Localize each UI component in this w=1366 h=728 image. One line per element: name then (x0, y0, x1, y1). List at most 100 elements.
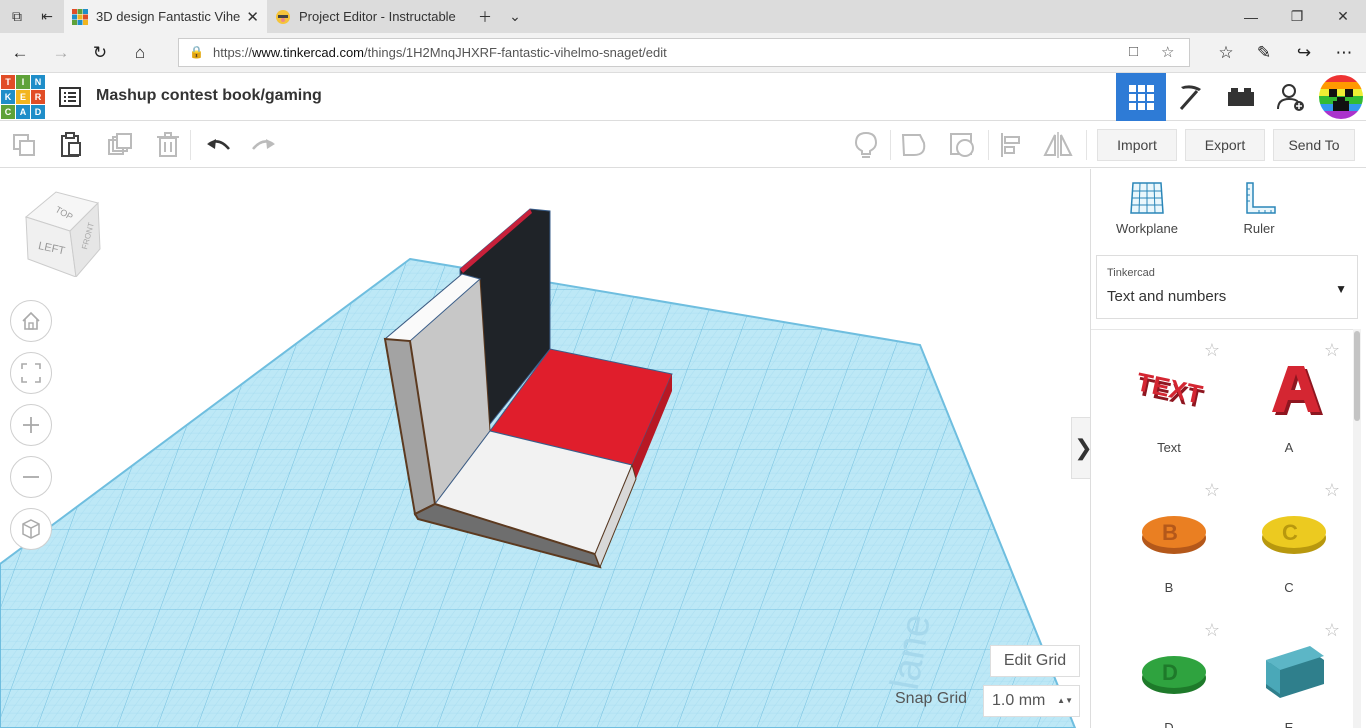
align-button[interactable] (996, 130, 1028, 160)
duplicate-button[interactable] (104, 130, 136, 160)
paste-icon (61, 132, 81, 157)
toolbar-divider (988, 130, 989, 160)
undo-icon (207, 139, 230, 150)
tab-tinkercad[interactable]: 3D design Fantastic Vihe ✕ (64, 0, 267, 33)
3d-design-view-button[interactable] (1116, 73, 1166, 121)
trash-icon (157, 132, 179, 157)
logo-letter: R (31, 90, 45, 104)
edit-grid-button[interactable]: Edit Grid (990, 645, 1080, 677)
hole-button[interactable] (946, 130, 978, 160)
library-category: Tinkercad (1107, 267, 1155, 279)
shape-c[interactable]: ☆ C C (1234, 470, 1344, 600)
add-user-icon (1277, 84, 1304, 111)
delete-button[interactable] (152, 130, 184, 160)
reading-view-icon[interactable]: □ (1129, 43, 1138, 60)
share-icon[interactable]: ↪ (1290, 39, 1318, 67)
perspective-toggle-button[interactable] (10, 508, 52, 550)
tab-list-chevron-icon[interactable]: ⌄ (500, 0, 530, 33)
url-text: https://www.tinkercad.com/things/1H2MnqJ… (213, 45, 667, 60)
minecraft-view-button[interactable] (1166, 73, 1216, 121)
favorites-hub-icon[interactable]: ☆ (1212, 39, 1240, 67)
shape-text[interactable]: ☆ TEXT TEXT Text (1114, 330, 1224, 460)
workplane-icon (1130, 182, 1164, 214)
back-icon[interactable]: ← (6, 39, 34, 67)
cube-icon (22, 519, 40, 539)
design-title[interactable]: Mashup contest book/gaming (96, 87, 322, 105)
logo-letter: K (1, 90, 15, 104)
view-cube[interactable]: TOP LEFT FRONT (18, 187, 108, 277)
tinkercad-logo[interactable]: T I N K E R C A D (1, 75, 45, 119)
undo-button[interactable] (202, 130, 234, 160)
workplane-tool[interactable]: Workplane (1107, 181, 1187, 236)
tab-instructables[interactable]: Project Editor - Instructable (267, 0, 467, 33)
shape-e[interactable]: ☆ E (1234, 610, 1344, 728)
align-icon (1001, 133, 1020, 157)
zoom-out-button[interactable] (10, 456, 52, 498)
3d-viewport[interactable]: lane TOP LEFT FRONT Edit Grid Snap Grid … (0, 169, 1090, 728)
favorite-star-icon[interactable]: ☆ (1324, 340, 1340, 361)
export-button[interactable]: Export (1185, 129, 1265, 161)
text-shape-icon: TEXT TEXT (1134, 366, 1206, 414)
shape-d[interactable]: ☆ D D (1114, 610, 1224, 728)
mirror-button[interactable] (1042, 130, 1074, 160)
new-tab-icon[interactable]: ＋ (470, 0, 500, 33)
close-tab-icon[interactable]: ✕ (246, 8, 259, 26)
favorite-star-icon[interactable]: ☆ (1204, 480, 1220, 501)
favorite-star-icon[interactable]: ☆ (1324, 480, 1340, 501)
close-window-icon[interactable]: ✕ (1320, 0, 1366, 33)
shape-label: Text (1157, 440, 1181, 455)
import-button[interactable]: Import (1097, 129, 1177, 161)
home-icon (22, 311, 40, 330)
favorite-star-icon[interactable]: ☆ (1204, 340, 1220, 361)
tab-title: Project Editor - Instructable (299, 9, 456, 24)
toolbar-divider (190, 130, 191, 160)
send-to-button[interactable]: Send To (1273, 129, 1355, 161)
fit-view-button[interactable] (10, 352, 52, 394)
copy-button[interactable] (8, 130, 40, 160)
ruler-tool[interactable]: Ruler (1219, 181, 1299, 236)
caret-up-down-icon: ▲▼ (1057, 696, 1073, 705)
lego-bricks-view-button[interactable] (1216, 73, 1266, 121)
solid-button[interactable] (898, 130, 930, 160)
forward-icon[interactable]: → (47, 39, 75, 67)
refresh-icon[interactable]: ↻ (86, 39, 114, 67)
snap-grid-label: Snap Grid (895, 690, 968, 707)
zoom-in-button[interactable] (10, 404, 52, 446)
shapes-scrollbar[interactable] (1353, 329, 1361, 728)
minimize-icon[interactable]: — (1228, 0, 1274, 33)
collapse-panel-button[interactable]: ❯ (1071, 417, 1090, 479)
address-bar[interactable]: 🔒 https://www.tinkercad.com/things/1H2Mn… (178, 38, 1190, 67)
invite-user-button[interactable] (1266, 73, 1316, 121)
snap-grid-select[interactable]: 1.0 mm ▲▼ (983, 685, 1080, 717)
browser-nav-bar: ← → ↻ ⌂ 🔒 https://www.tinkercad.com/thin… (0, 33, 1366, 73)
pen-notes-icon[interactable]: ✎ (1250, 39, 1278, 67)
set-aside-tabs-icon[interactable]: ⇤ (32, 0, 62, 33)
ruler-icon (1246, 182, 1276, 214)
scrollbar-thumb[interactable] (1354, 331, 1360, 421)
logo-letter: E (16, 90, 30, 104)
browser-tab-bar: ⧉ ⇤ 3D design Fantastic Vihe ✕ Project E… (0, 0, 1366, 33)
design-list-icon[interactable] (58, 85, 82, 109)
redo-button[interactable] (248, 130, 280, 160)
shape-a[interactable]: ☆ A (1234, 330, 1344, 460)
shape-label: C (1284, 580, 1294, 595)
favorite-star-icon[interactable]: ☆ (1204, 620, 1220, 641)
shape-b[interactable]: ☆ B B (1114, 470, 1224, 600)
shape-library-select[interactable]: Tinkercad Text and numbers ▼ (1096, 255, 1358, 319)
paste-button[interactable] (55, 130, 87, 160)
snap-grid-value: 1.0 mm (992, 692, 1046, 709)
svg-text:TEXT: TEXT (1134, 366, 1205, 409)
notes-button[interactable] (850, 130, 882, 160)
mirror-icon (1043, 132, 1073, 158)
workplane-scene[interactable]: lane (0, 169, 1090, 728)
tab-actions-icon[interactable]: ⧉ (2, 0, 32, 33)
favorite-star-icon[interactable]: ☆ (1161, 43, 1174, 61)
more-options-icon[interactable]: ⋯ (1330, 39, 1358, 67)
ruler-label: Ruler (1243, 221, 1275, 236)
home-view-button[interactable] (10, 300, 52, 342)
user-avatar[interactable] (1316, 73, 1366, 121)
lock-icon: 🔒 (189, 45, 204, 59)
favorite-star-icon[interactable]: ☆ (1324, 620, 1340, 641)
home-icon[interactable]: ⌂ (126, 39, 154, 67)
restore-icon[interactable]: ❐ (1274, 0, 1320, 33)
